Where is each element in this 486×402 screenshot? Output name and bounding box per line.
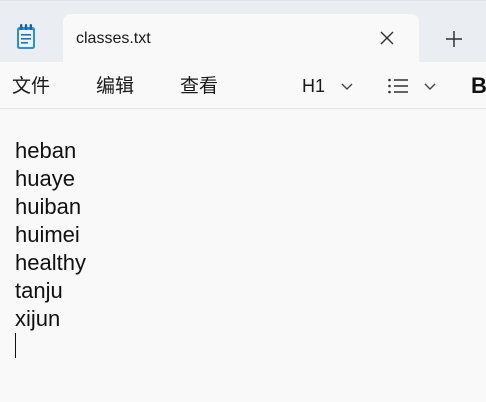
title-bar: classes.txt: [0, 0, 486, 62]
list-dropdown[interactable]: [385, 72, 441, 100]
text-line: huaye: [15, 166, 75, 191]
notepad-icon: [17, 24, 35, 49]
menu-file[interactable]: 文件: [12, 74, 50, 98]
plus-icon[interactable]: [442, 27, 466, 51]
text-cursor: [15, 333, 16, 358]
chevron-down-icon: [341, 83, 353, 90]
bold-button[interactable]: B: [471, 73, 486, 99]
text-line: tanju: [15, 278, 63, 303]
tab-classes-txt[interactable]: classes.txt: [63, 14, 419, 62]
menu-view[interactable]: 查看: [180, 74, 218, 98]
menu-edit[interactable]: 编辑: [96, 74, 134, 98]
heading-dropdown[interactable]: H1: [302, 72, 358, 100]
text-line: xijun: [15, 306, 61, 331]
chevron-down-icon: [424, 83, 436, 90]
heading-label: H1: [302, 76, 326, 96]
list-icon: [388, 78, 408, 94]
text-line: huiban: [15, 194, 82, 219]
text-editor[interactable]: heban huaye huiban huimei healthy tanju …: [0, 109, 486, 402]
tab-title: classes.txt: [76, 30, 151, 47]
toolbar: 文件 编辑 查看 H1 B: [0, 62, 486, 109]
close-icon[interactable]: [376, 27, 398, 49]
text-line: heban: [15, 138, 77, 163]
text-line: huimei: [15, 222, 80, 247]
text-line: healthy: [15, 250, 86, 275]
top-border: [0, 0, 486, 1]
